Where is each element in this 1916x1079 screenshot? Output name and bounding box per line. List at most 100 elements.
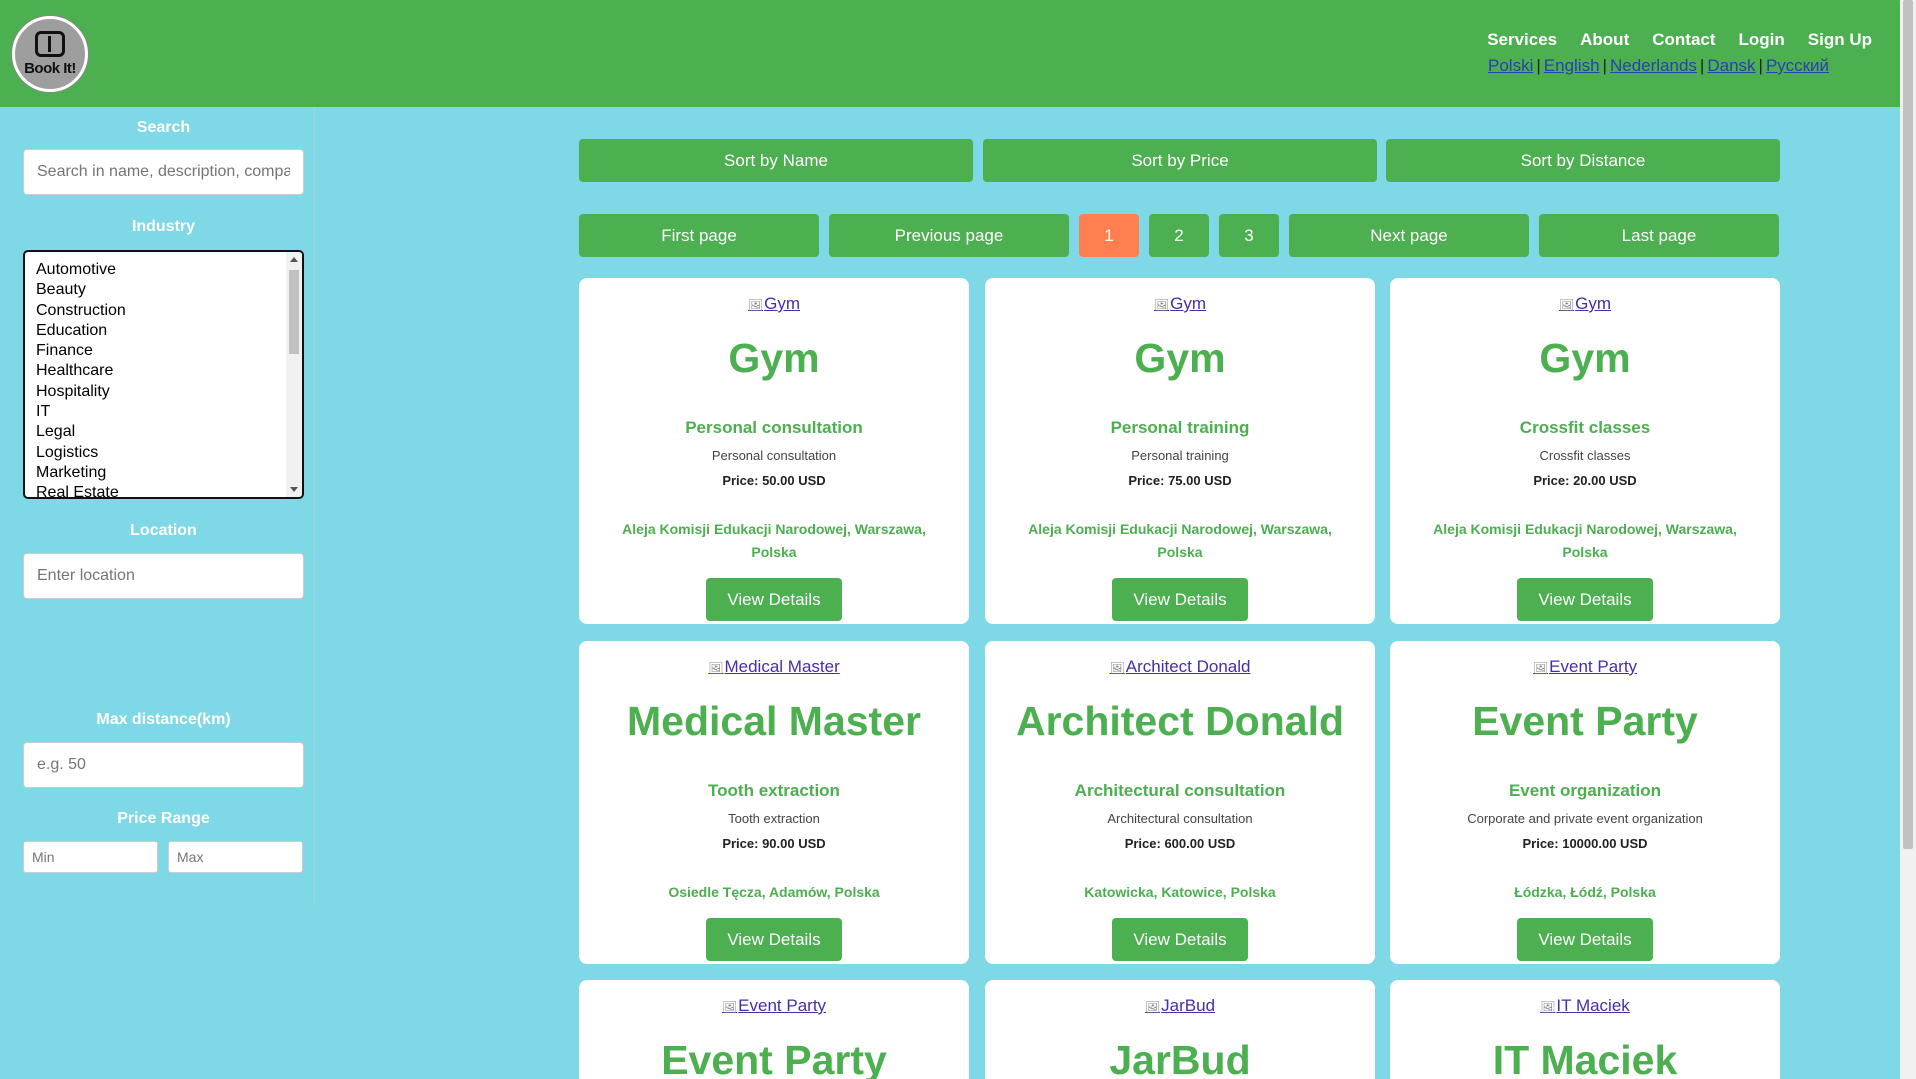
card-price: Price: 90.00 USD (722, 836, 826, 851)
industry-option[interactable]: Beauty (36, 280, 126, 300)
card-company-title: Architect Donald (1015, 698, 1345, 744)
card-description: Crossfit classes (1539, 448, 1631, 463)
service-card: Medical Master Medical Master Tooth extr… (579, 641, 969, 964)
industry-select[interactable]: Automotive Beauty Construction Education… (23, 250, 304, 499)
card-service-name: Architectural consultation (1074, 781, 1286, 800)
card-image-link[interactable]: Gym (985, 294, 1375, 316)
card-price: Price: 10000.00 USD (1522, 836, 1648, 851)
service-card: Event Party Event Party Event organizati… (1390, 641, 1780, 964)
industry-option[interactable]: Hospitality (36, 382, 126, 402)
nav-contact[interactable]: Contact (1652, 30, 1715, 50)
location-input[interactable] (23, 553, 304, 599)
next-page-button[interactable]: Next page (1289, 214, 1529, 257)
first-page-button[interactable]: First page (579, 214, 819, 257)
industry-option[interactable]: Construction (36, 301, 126, 321)
card-address: Katowicka, Katowice, Polska (1084, 884, 1276, 900)
price-max-input[interactable] (168, 841, 303, 873)
card-service-name: Event organization (1508, 781, 1662, 800)
card-service-name: Crossfit classes (1519, 418, 1651, 437)
industry-scrollbar[interactable] (286, 252, 302, 497)
industry-option[interactable]: Real Estate (36, 483, 126, 497)
card-address: Aleja Komisji Edukacji Narodowej, Warsza… (622, 521, 926, 560)
page-1-button[interactable]: 1 (1079, 214, 1139, 257)
scroll-down-icon[interactable] (290, 487, 298, 492)
service-card: Gym Gym Personal training Personal train… (985, 278, 1375, 624)
view-details-button[interactable]: View Details (706, 918, 842, 961)
view-details-button[interactable]: View Details (1517, 578, 1653, 621)
max-distance-input[interactable] (23, 742, 304, 788)
lang-polski[interactable]: Polski (1488, 56, 1533, 75)
price-min-input[interactable] (23, 841, 158, 873)
card-address: Łódzka, Łódź, Polska (1514, 884, 1656, 900)
industry-label: Industry (131, 218, 196, 235)
industry-option[interactable]: Healthcare (36, 361, 126, 381)
language-switcher: Polski | English | Nederlands | Dansk | Русский (1488, 56, 1830, 75)
card-image-link[interactable]: Architect Donald (985, 657, 1375, 679)
lang-nederlands[interactable]: Nederlands (1610, 56, 1697, 75)
card-price: Price: 600.00 USD (1124, 836, 1236, 851)
card-image-link[interactable]: Gym (1390, 294, 1780, 316)
logo[interactable]: Book It! (12, 16, 88, 92)
price-range-label: Price Range (117, 810, 210, 827)
service-card: JarBud JarBud (985, 980, 1375, 1079)
nav-services[interactable]: Services (1487, 30, 1557, 50)
card-image-link[interactable]: Event Party (1390, 657, 1780, 679)
search-input[interactable] (23, 149, 304, 195)
view-details-button[interactable]: View Details (1112, 578, 1248, 621)
main-nav: Services About Contact Login Sign Up (1487, 30, 1872, 50)
scroll-thumb[interactable] (289, 270, 299, 354)
service-card: IT Maciek IT Maciek (1390, 980, 1780, 1079)
nav-signup[interactable]: Sign Up (1808, 30, 1872, 50)
lang-english[interactable]: English (1544, 56, 1600, 75)
card-price: Price: 20.00 USD (1533, 473, 1637, 488)
card-image-link[interactable]: IT Maciek (1390, 996, 1780, 1018)
card-service-name: Tooth extraction (708, 781, 840, 800)
industry-option[interactable]: Legal (36, 422, 126, 442)
lang-dansk[interactable]: Dansk (1707, 56, 1755, 75)
card-description: Personal training (1131, 448, 1229, 463)
page-scrollbar[interactable] (1900, 0, 1916, 1079)
view-details-button[interactable]: View Details (1112, 918, 1248, 961)
previous-page-button[interactable]: Previous page (829, 214, 1069, 257)
view-details-button[interactable]: View Details (1517, 918, 1653, 961)
card-image-link[interactable]: JarBud (985, 996, 1375, 1018)
card-price: Price: 50.00 USD (722, 473, 826, 488)
logo-text: Book It! (24, 60, 76, 77)
page-2-button[interactable]: 2 (1149, 214, 1209, 257)
max-distance-label: Max distance(km) (96, 711, 231, 728)
card-image-link[interactable]: Event Party (579, 996, 969, 1018)
card-description: Tooth extraction (728, 811, 820, 826)
card-service-name: Personal training (1110, 418, 1250, 437)
card-image-link[interactable]: Medical Master (579, 657, 969, 679)
nav-about[interactable]: About (1580, 30, 1629, 50)
card-address: Aleja Komisji Edukacji Narodowej, Warsza… (1433, 521, 1737, 560)
last-page-button[interactable]: Last page (1539, 214, 1779, 257)
card-image-link[interactable]: Gym (579, 294, 969, 316)
card-company-title: Gym (1134, 335, 1226, 381)
nav-login[interactable]: Login (1739, 30, 1785, 50)
sort-by-distance-button[interactable]: Sort by Distance (1386, 139, 1780, 182)
card-description: Corporate and private event organization (1467, 811, 1703, 826)
card-description: Personal consultation (711, 448, 837, 463)
location-label: Location (130, 522, 197, 539)
view-details-button[interactable]: View Details (706, 578, 842, 621)
scroll-up-icon[interactable] (290, 257, 298, 262)
page-3-button[interactable]: 3 (1219, 214, 1279, 257)
card-company-title: Event Party (1472, 698, 1698, 744)
industry-option[interactable]: Finance (36, 341, 126, 361)
industry-option[interactable]: Logistics (36, 443, 126, 463)
card-price: Price: 75.00 USD (1128, 473, 1232, 488)
card-address: Osiedle Tęcza, Adamów, Polska (668, 884, 880, 900)
industry-option[interactable]: Education (36, 321, 126, 341)
page-scroll-thumb[interactable] (1903, 0, 1913, 849)
service-card: Architect Donald Architect Donald Archit… (985, 641, 1375, 964)
industry-option[interactable]: Automotive (36, 260, 126, 280)
lang-russian[interactable]: Русский (1766, 56, 1829, 75)
card-address: Aleja Komisji Edukacji Narodowej, Warsza… (1028, 521, 1332, 560)
industry-option[interactable]: IT (36, 402, 126, 422)
sort-by-name-button[interactable]: Sort by Name (579, 139, 973, 182)
book-icon (35, 31, 65, 57)
sort-by-price-button[interactable]: Sort by Price (983, 139, 1377, 182)
service-card: Event Party Event Party (579, 980, 969, 1079)
industry-option[interactable]: Marketing (36, 463, 126, 483)
